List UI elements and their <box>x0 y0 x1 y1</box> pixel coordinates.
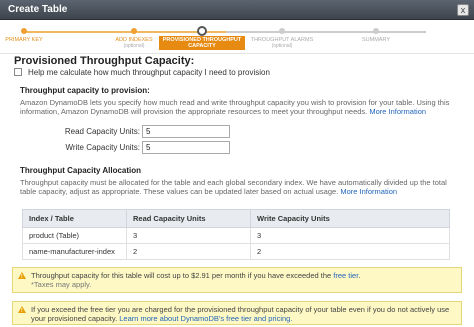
taxes-note: *Taxes may apply. <box>31 280 92 289</box>
free-tier-link[interactable]: free tier <box>333 271 358 280</box>
read-units-cell: 3 <box>126 227 251 244</box>
write-units-cell: 3 <box>250 227 450 244</box>
step-dot-icon <box>279 28 285 34</box>
write-capacity-label: Write Capacity Units: <box>65 143 140 152</box>
step-dot-icon <box>131 28 137 34</box>
step-dot-icon <box>21 28 27 34</box>
column-header: Read Capacity Units <box>126 209 251 228</box>
wizard-progress: PRIMARY KEY ADD INDEXES (optional) PROVIS… <box>0 20 474 54</box>
current-step-icon <box>197 26 207 36</box>
free-tier-pricing-link[interactable]: Learn more about DynamoDB's free tier an… <box>119 314 292 323</box>
allocation-more-info-link[interactable]: More Information <box>340 187 397 196</box>
allocation-table: Index / Table Read Capacity Units Write … <box>22 209 450 260</box>
table-row: name-manufacturer-index 2 2 <box>22 243 450 260</box>
warning-icon <box>18 272 26 282</box>
allocation-description: Throughput capacity must be allocated fo… <box>20 178 447 196</box>
index-name-cell: product (Table) <box>22 227 127 244</box>
provision-heading: Throughput capacity to provision: <box>20 86 150 95</box>
free-tier-notice: If you exceed the free tier you are char… <box>12 301 462 325</box>
cost-notice: Throughput capacity for this table will … <box>12 267 462 293</box>
table-row: product (Table) 3 3 <box>22 227 450 244</box>
provision-more-info-link[interactable]: More Information <box>369 107 426 116</box>
provision-description: Amazon DynamoDB lets you specify how muc… <box>20 98 450 116</box>
index-name-cell: name-manufacturer-index <box>22 243 127 260</box>
read-units-cell: 2 <box>126 243 251 260</box>
allocation-heading: Throughput Capacity Allocation <box>20 166 142 175</box>
warning-icon <box>18 306 26 316</box>
window-title: Create Table <box>8 4 68 15</box>
close-icon[interactable]: x <box>457 4 469 16</box>
help-calculate-row[interactable]: Help me calculate how much throughput ca… <box>14 68 270 77</box>
step-dot-icon <box>373 28 379 34</box>
write-capacity-input[interactable] <box>142 141 230 154</box>
column-header: Index / Table <box>22 209 127 228</box>
write-units-cell: 2 <box>250 243 450 260</box>
table-header-row: Index / Table Read Capacity Units Write … <box>22 209 450 228</box>
progress-line-todo <box>226 31 426 33</box>
read-capacity-input[interactable] <box>142 125 230 138</box>
help-calculate-label: Help me calculate how much throughput ca… <box>28 68 270 77</box>
main-content: Provisioned Throughput Capacity: Help me… <box>0 54 474 327</box>
title-bar: Create Table x <box>0 0 474 20</box>
read-capacity-label: Read Capacity Units: <box>64 127 140 136</box>
column-header: Write Capacity Units <box>250 209 450 228</box>
help-calculate-checkbox[interactable] <box>14 68 22 76</box>
page-heading: Provisioned Throughput Capacity: <box>14 55 195 67</box>
